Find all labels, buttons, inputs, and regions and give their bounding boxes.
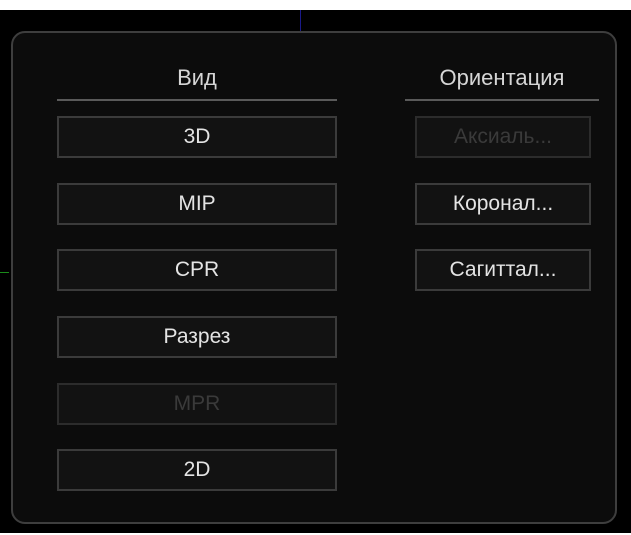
- view-cpr-button[interactable]: CPR: [57, 249, 337, 291]
- view-slice-button[interactable]: Разрез: [57, 316, 337, 358]
- view-column-title: Вид: [177, 65, 217, 90]
- orientation-axial-button: Аксиаль...: [415, 116, 591, 158]
- orientation-column-title: Ориентация: [439, 65, 565, 90]
- view-3d-button[interactable]: 3D: [57, 116, 337, 158]
- view-column-divider: [57, 99, 337, 101]
- orientation-coronal-button[interactable]: Коронал...: [415, 183, 591, 225]
- view-2d-button[interactable]: 2D: [57, 449, 337, 491]
- view-mip-button[interactable]: MIP: [57, 183, 337, 225]
- view-mpr-button: MPR: [57, 383, 337, 425]
- vertical-guide-line: [300, 10, 301, 32]
- orientation-column-divider: [405, 99, 599, 101]
- orientation-sagittal-button[interactable]: Сагиттал...: [415, 249, 591, 291]
- horizontal-guide-line: [0, 272, 9, 273]
